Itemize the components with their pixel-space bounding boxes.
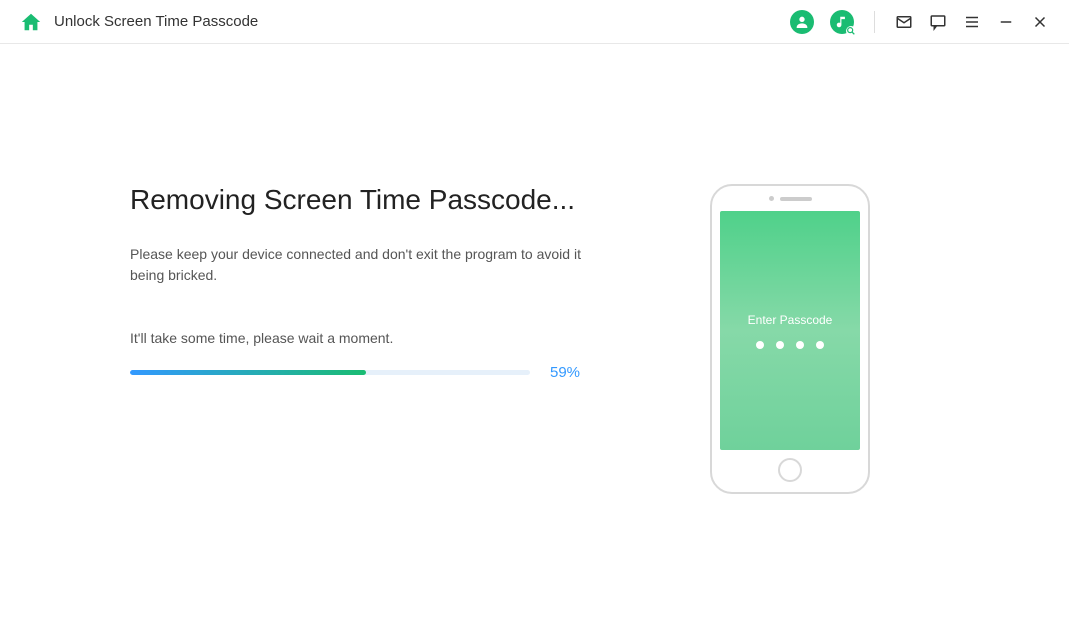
home-icon[interactable]: [20, 11, 42, 33]
header-left: Unlock Screen Time Passcode: [20, 11, 258, 33]
passcode-dot: [756, 341, 764, 349]
phone-home-button-icon: [778, 458, 802, 482]
phone-speaker-icon: [780, 197, 812, 201]
close-icon[interactable]: [1031, 13, 1049, 31]
progress-container: 59%: [130, 364, 610, 381]
description-text: Please keep your device connected and do…: [130, 244, 610, 286]
user-icon[interactable]: [790, 10, 814, 34]
wait-text: It'll take some time, please wait a mome…: [130, 330, 610, 346]
progress-percent: 59%: [550, 364, 580, 381]
header-divider: [874, 11, 875, 33]
main-content: Removing Screen Time Passcode... Please …: [0, 44, 1069, 494]
feedback-icon[interactable]: [929, 13, 947, 31]
minimize-icon[interactable]: [997, 13, 1015, 31]
menu-icon[interactable]: [963, 13, 981, 31]
header-right: [790, 10, 1049, 34]
app-header: Unlock Screen Time Passcode: [0, 0, 1069, 44]
passcode-dot: [816, 341, 824, 349]
passcode-dot: [776, 341, 784, 349]
progress-section: Removing Screen Time Passcode... Please …: [130, 184, 610, 494]
music-search-icon[interactable]: [830, 10, 854, 34]
phone-top: [769, 196, 812, 201]
header-title: Unlock Screen Time Passcode: [54, 13, 258, 30]
mail-icon[interactable]: [895, 13, 913, 31]
phone-screen-text: Enter Passcode: [748, 313, 833, 327]
main-title: Removing Screen Time Passcode...: [130, 184, 610, 216]
phone-screen: Enter Passcode: [720, 211, 860, 450]
phone-camera-icon: [769, 196, 774, 201]
progress-fill: [130, 370, 366, 375]
phone-illustration: Enter Passcode: [710, 184, 870, 494]
passcode-dot: [796, 341, 804, 349]
progress-bar: [130, 370, 530, 375]
phone-passcode-dots: [756, 341, 824, 349]
